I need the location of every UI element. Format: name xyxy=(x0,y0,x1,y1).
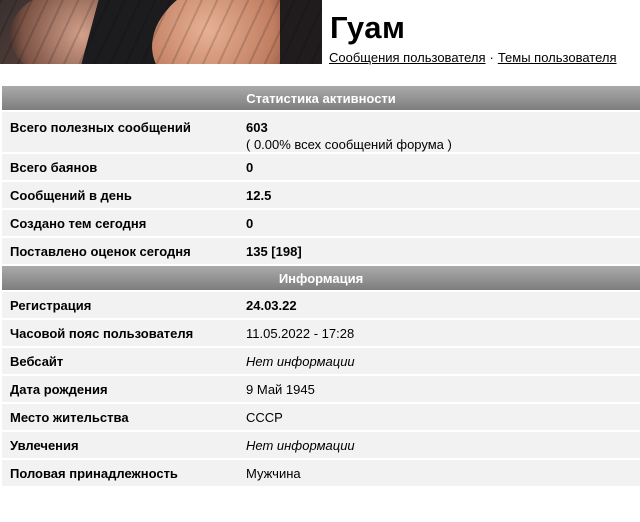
info-row-website: Вебсайт Нет информации xyxy=(2,348,640,374)
username: Гуам xyxy=(330,10,406,45)
stat-value: 135 [198] xyxy=(238,238,640,264)
activity-title: Статистика активности xyxy=(2,86,640,110)
user-links: Сообщения пользователя · Темы пользователя xyxy=(329,50,617,65)
info-value: 11.05.2022 - 17:28 xyxy=(238,320,640,346)
user-messages-link[interactable]: Сообщения пользователя xyxy=(329,50,486,65)
info-row-gender: Половая принадлежность Мужчина xyxy=(2,460,640,486)
info-label: Половая принадлежность xyxy=(2,460,238,486)
info-value: Нет информации xyxy=(238,432,640,458)
stat-value: 12.5 xyxy=(238,182,640,208)
profile-header: Гуам Сообщения пользователя · Темы пользов… xyxy=(0,0,640,65)
activity-section-header: Статистика активности xyxy=(2,86,640,110)
user-topics-link[interactable]: Темы пользователя xyxy=(498,50,617,65)
avatar-image xyxy=(0,0,322,64)
stat-label: Сообщений в день xyxy=(2,182,238,208)
info-value: СССР xyxy=(238,404,640,430)
info-label: Увлечения xyxy=(2,432,238,458)
stat-value: 603 ( 0.00% всех сообщений форума ) xyxy=(238,112,640,152)
stat-row-bayans: Всего баянов 0 xyxy=(2,154,640,180)
stat-row-posts-per-day: Сообщений в день 12.5 xyxy=(2,182,640,208)
info-label: Вебсайт xyxy=(2,348,238,374)
stat-label: Поставлено оценок сегодня xyxy=(2,238,238,264)
stat-value: 0 xyxy=(238,210,640,236)
stat-label: Всего баянов xyxy=(2,154,238,180)
info-row-timezone: Часовой пояс пользователя 11.05.2022 - 1… xyxy=(2,320,640,346)
info-label: Дата рождения xyxy=(2,376,238,402)
useful-posts-count: 603 xyxy=(246,120,268,135)
info-title: Информация xyxy=(2,266,640,290)
stat-label: Всего полезных сообщений xyxy=(2,112,238,152)
info-value: 9 Май 1945 xyxy=(238,376,640,402)
stat-row-ratings-today: Поставлено оценок сегодня 135 [198] xyxy=(2,238,640,264)
info-section-header: Информация xyxy=(2,266,640,290)
info-value: Мужчина xyxy=(238,460,640,486)
link-separator: · xyxy=(489,50,494,65)
info-row-location: Место жительства СССР xyxy=(2,404,640,430)
info-row-birthday: Дата рождения 9 Май 1945 xyxy=(2,376,640,402)
stat-label: Создано тем сегодня xyxy=(2,210,238,236)
info-label: Часовой пояс пользователя xyxy=(2,320,238,346)
info-label: Место жительства xyxy=(2,404,238,430)
info-row-registration: Регистрация 24.03.22 xyxy=(2,292,640,318)
stat-value: 0 xyxy=(238,154,640,180)
info-value: 24.03.22 xyxy=(238,292,640,318)
stat-row-topics-today: Создано тем сегодня 0 xyxy=(2,210,640,236)
stat-row-useful-posts: Всего полезных сообщений 603 ( 0.00% все… xyxy=(2,112,640,152)
info-value: Нет информации xyxy=(238,348,640,374)
useful-posts-percent: ( 0.00% всех сообщений форума ) xyxy=(246,137,452,152)
info-label: Регистрация xyxy=(2,292,238,318)
profile-stats-table: Статистика активности Всего полезных соо… xyxy=(2,84,640,488)
info-row-interests: Увлечения Нет информации xyxy=(2,432,640,458)
